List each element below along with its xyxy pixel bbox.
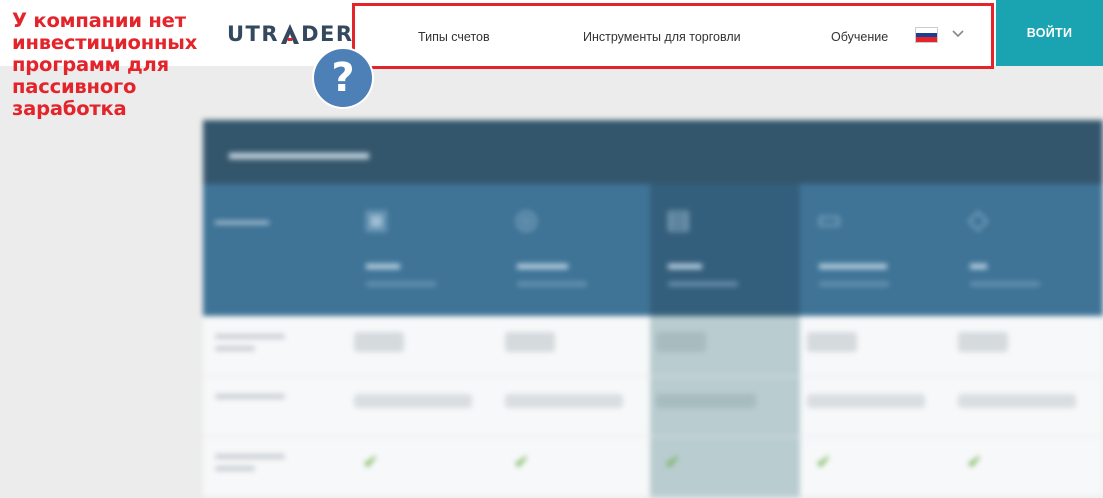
column-name-blurred: ▬▬ — [366, 254, 400, 273]
table-row — [203, 316, 1103, 377]
check-icon: ✔ — [363, 452, 379, 472]
check-icon: ✔ — [967, 452, 983, 472]
column-subtitle-blurred — [668, 282, 738, 286]
column-platinum: ▭ ▬▬▬▬ — [801, 184, 951, 316]
column-icon: ◎ — [515, 204, 538, 234]
column-gold: ▤ ▬▬ — [650, 184, 800, 316]
table-title-blurred: ▬▬▬▬▬▬▬ — [229, 142, 369, 164]
table-cell-blurred — [958, 394, 1076, 408]
column-subtitle-blurred — [819, 282, 889, 286]
column-subtitle-blurred — [517, 282, 587, 286]
utrader-logo[interactable]: UTR DER — [227, 20, 354, 48]
table-title-bar: ▬▬▬▬▬▬▬ — [203, 120, 1103, 184]
column-name-blurred: ▬ — [970, 254, 987, 273]
row-label-blurred — [215, 466, 255, 471]
column-name-blurred: ▬▬▬ — [517, 254, 568, 273]
column-vip: ◇ ▬ — [952, 184, 1102, 316]
account-types-table-blurred: ▬▬▬▬▬▬▬ ▬▬▬▬▬▬ ▣ ▬▬ ◎ ▬▬▬ ▤ ▬▬ ▭ ▬▬▬▬ ◇ … — [203, 120, 1103, 498]
row-label-blurred — [215, 454, 285, 459]
column-name-blurred: ▬▬▬▬ — [819, 254, 887, 273]
table-row — [203, 376, 1103, 437]
logo-a-glyph — [280, 23, 300, 45]
login-button[interactable]: ВОЙТИ — [996, 0, 1103, 66]
nav-account-types[interactable]: Типы счетов — [418, 30, 490, 44]
column-icon: ◇ — [968, 204, 988, 234]
row-label-blurred — [215, 394, 285, 399]
row-label-blurred — [215, 346, 255, 351]
column-start: ▣ ▬▬ — [348, 184, 498, 316]
column-name-blurred: ▬▬ — [668, 254, 702, 273]
table-cell-blurred — [807, 394, 925, 408]
main-navigation: Типы счетов Инструменты для торговли Обу… — [352, 3, 994, 69]
check-icon: ✔ — [514, 452, 530, 472]
russia-flag-icon[interactable] — [916, 28, 937, 42]
table-cell-blurred — [656, 332, 706, 352]
table-cell-blurred — [505, 394, 623, 408]
column-subtitle-blurred — [970, 282, 1040, 286]
check-icon: ✔ — [816, 452, 832, 472]
column-icon: ▤ — [666, 204, 691, 234]
table-cell-blurred — [958, 332, 1008, 352]
annotation-text: У компании нет инвестиционных программ д… — [12, 9, 198, 120]
table-cell-blurred — [354, 394, 472, 408]
table-cell-blurred — [807, 332, 857, 352]
row-label-header-blurred: ▬▬▬▬▬▬ — [215, 216, 269, 226]
column-silver: ◎ ▬▬▬ — [499, 184, 649, 316]
nav-trading-instruments[interactable]: Инструменты для торговли — [583, 30, 741, 44]
chevron-down-icon[interactable] — [951, 27, 965, 41]
column-icon: ▭ — [817, 204, 842, 234]
column-subtitle-blurred — [366, 282, 436, 286]
column-icon: ▣ — [364, 204, 389, 234]
table-cell-blurred — [656, 394, 756, 408]
nav-education[interactable]: Обучение — [831, 30, 888, 44]
table-cell-blurred — [354, 332, 404, 352]
row-label-blurred — [215, 334, 285, 339]
check-icon: ✔ — [665, 452, 681, 472]
question-mark-icon: ? — [314, 49, 372, 107]
table-cell-blurred — [505, 332, 555, 352]
table-row: ✔ ✔ ✔ ✔ ✔ — [203, 436, 1103, 497]
